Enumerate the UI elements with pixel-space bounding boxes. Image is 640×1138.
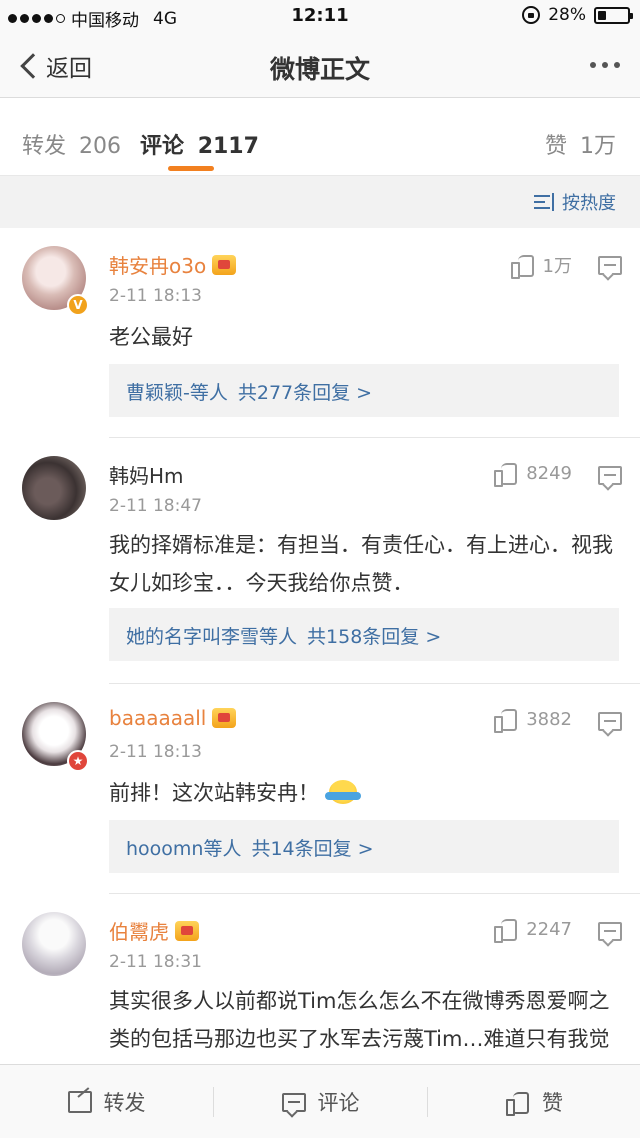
reply-count: 共277条回复 >	[237, 382, 373, 404]
commenter-name-text: 韩妈Hm	[109, 464, 184, 488]
status-bar: 中国移动 4G 12:11 28%	[0, 0, 640, 34]
comment-item: V 韩安冉o3o 2-11 18:13 1万 老公最好 曹颖颖-等人 共277条回…	[0, 228, 640, 438]
comment-time: 2-11 18:47	[109, 496, 202, 516]
comment-like-count: 3882	[526, 708, 572, 730]
tab-likes[interactable]: 赞 1万	[545, 128, 616, 160]
vip-crown-icon	[212, 254, 237, 275]
tab-likes-count: 1万	[580, 134, 616, 159]
reply-users: 曹颖颖-等人	[126, 382, 228, 404]
commenter-name[interactable]: 伯鬻虎	[109, 916, 199, 945]
tab-repost[interactable]: 转发 206	[22, 128, 121, 160]
reply-icon[interactable]	[598, 256, 622, 275]
emoji-icon	[325, 780, 361, 804]
commenter-name[interactable]: baaaaaall	[109, 706, 237, 730]
comment-like-button[interactable]: 8249	[494, 462, 572, 487]
reply-summary[interactable]: hooomn等人 共14条回复 >	[109, 820, 619, 873]
reply-icon[interactable]	[598, 712, 622, 731]
repost-label: 转发	[103, 1091, 146, 1115]
comment-like-button[interactable]: 3882	[494, 708, 572, 733]
nav-bar: 返回 微博正文	[0, 34, 640, 98]
reply-summary[interactable]: 她的名字叫李雪等人 共158条回复 >	[109, 608, 619, 661]
reply-users: 她的名字叫李雪等人	[126, 626, 298, 648]
verified-badge-icon: ★	[67, 750, 89, 772]
rotation-lock-icon	[522, 6, 541, 24]
more-options-button[interactable]	[590, 62, 620, 68]
tab-bar: 转发 206 评论 2117 赞 1万	[0, 106, 640, 176]
avatar[interactable]	[22, 456, 86, 520]
comment-button[interactable]: 评论	[214, 1065, 427, 1138]
verified-badge-icon: V	[67, 294, 89, 316]
commenter-name-text: 伯鬻虎	[109, 920, 169, 944]
commenter-name[interactable]: 韩安冉o3o	[109, 250, 237, 279]
sort-label: 按热度	[562, 193, 616, 214]
comment-icon	[281, 1092, 306, 1112]
page-title: 微博正文	[269, 55, 370, 84]
more-dot-icon	[614, 62, 620, 68]
commenter-name[interactable]: 韩妈Hm	[109, 460, 184, 489]
comment-like-count: 1万	[542, 256, 572, 277]
comment-like-count: 8249	[526, 462, 572, 484]
tab-comments-count: 2117	[197, 134, 259, 159]
sort-icon	[534, 193, 556, 211]
comment-time: 2-11 18:13	[109, 742, 202, 762]
tab-comments[interactable]: 评论 2117	[140, 128, 259, 160]
tab-repost-count: 206	[79, 134, 122, 159]
comment-like-button[interactable]: 1万	[510, 252, 572, 279]
reply-summary[interactable]: 曹颖颖-等人 共277条回复 >	[109, 364, 619, 417]
thumbs-up-icon	[510, 254, 535, 279]
comment-text: 我的择婿标准是：有担当．有责任心．有上进心．视我女儿如珍宝．．今天我给你点赞．	[109, 533, 613, 595]
comment-label: 评论	[317, 1091, 360, 1115]
comment-text: 老公最好	[109, 325, 193, 349]
thumbs-up-icon	[494, 918, 518, 943]
comment-time: 2-11 18:31	[109, 952, 202, 972]
battery-fill	[598, 10, 606, 20]
thumbs-up-icon	[494, 708, 518, 733]
comment-like-button[interactable]: 2247	[494, 918, 572, 943]
active-tab-indicator	[168, 166, 214, 171]
tab-comments-label: 评论	[140, 134, 185, 159]
like-button[interactable]: 赞	[428, 1065, 640, 1138]
weibo-comment-page: 中国移动 4G 12:11 28% 返回 微博正文 转发 206 评论 2117	[0, 0, 640, 1138]
vip-crown-icon	[175, 920, 199, 941]
more-dot-icon	[602, 62, 608, 68]
comment-time: 2-11 18:13	[109, 286, 202, 306]
tab-likes-label: 赞	[544, 134, 567, 159]
comment-like-count: 2247	[526, 918, 572, 940]
thumbs-up-icon	[494, 462, 518, 487]
repost-button[interactable]: 转发	[0, 1065, 213, 1138]
comment-text: 其实很多人以前都说Tim怎么怎么不在微博秀恩爱啊之类的包括马那边也买了水军去污蔑…	[109, 989, 610, 1051]
sort-by-hot-button[interactable]: 按热度	[534, 189, 616, 215]
battery-percent: 28%	[548, 5, 586, 25]
reply-icon[interactable]	[598, 466, 622, 485]
like-label: 赞	[542, 1091, 563, 1115]
comment-text: 前排！这次站韩安冉！	[109, 774, 619, 812]
comment-item: 伯鬻虎 2-11 18:31 2247 其实很多人以前都说Tim怎么怎么不在微博…	[0, 894, 640, 1064]
comment-item: 韩妈Hm 2-11 18:47 8249 我的择婿标准是：有担当．有责任心．有上…	[0, 438, 640, 684]
tab-repost-label: 转发	[22, 134, 67, 159]
commenter-name-text: baaaaaall	[109, 706, 207, 730]
comment-item: ★ baaaaaall 2-11 18:13 3882 前排！这次站韩安冉！ h…	[0, 684, 640, 894]
bottom-toolbar: 转发 评论 赞	[0, 1064, 640, 1138]
more-dot-icon	[590, 62, 596, 68]
avatar[interactable]	[22, 912, 86, 976]
sort-bar: 按热度	[0, 176, 640, 228]
commenter-name-text: 韩安冉o3o	[109, 254, 207, 278]
reply-count: 共14条回复 >	[251, 838, 374, 860]
reply-users: hooomn等人	[126, 838, 242, 860]
comment-text-body: 前排！这次站韩安冉！	[109, 781, 319, 805]
share-icon	[67, 1091, 92, 1113]
reply-count: 共158条回复 >	[307, 626, 442, 648]
reply-icon[interactable]	[598, 922, 622, 941]
status-right: 28%	[522, 5, 633, 25]
vip-crown-icon	[212, 708, 237, 728]
thumbs-up-icon	[506, 1091, 530, 1116]
battery-icon	[594, 6, 633, 24]
